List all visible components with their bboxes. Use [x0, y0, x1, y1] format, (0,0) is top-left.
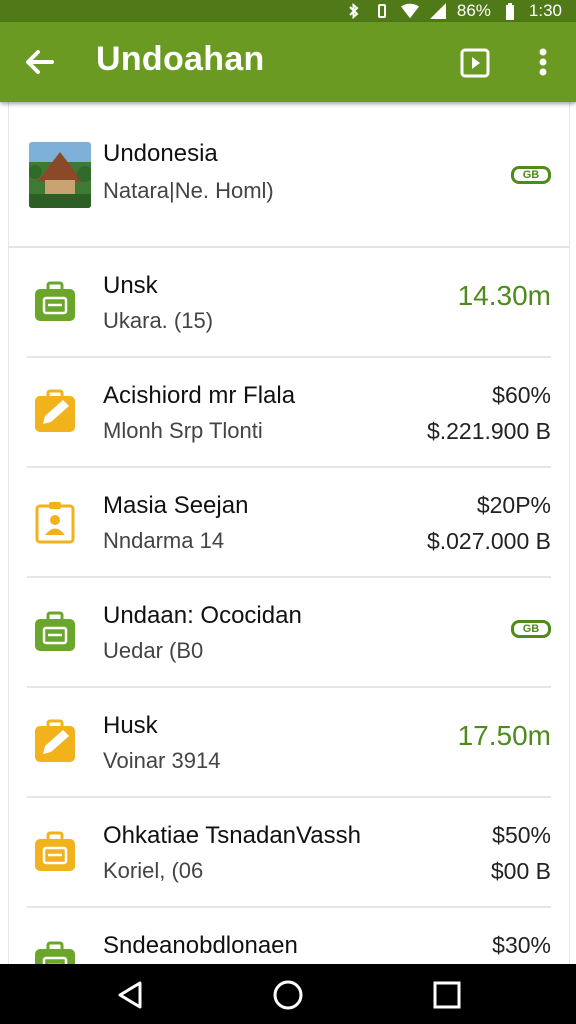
navigation-bar [0, 964, 576, 1024]
nav-recents-button[interactable] [430, 978, 464, 1012]
item-amount: $.027.000 B [426, 528, 551, 554]
country-thumbnail [29, 142, 91, 208]
item-subtitle: Ukara. (15) [103, 308, 214, 333]
item-amount: $.221.900 B [426, 418, 551, 444]
vibrate-icon [373, 2, 391, 20]
item-subtitle: Voinar 3914 [103, 748, 221, 773]
clock: 1:30 [528, 1, 562, 20]
back-button[interactable] [22, 44, 58, 80]
id-badge-icon [35, 502, 75, 544]
list-item[interactable]: Unsk Ukara. (15) 14.30m [27, 246, 551, 358]
play-square-icon [460, 48, 490, 78]
list-item[interactable]: Acishiord mr Flala Mlonh Srp Tlonti $60%… [27, 356, 551, 468]
nav-back-icon [118, 981, 142, 1009]
item-title: Acishiord mr Flala [103, 382, 296, 409]
briefcase-icon [35, 831, 75, 871]
briefcase-icon [35, 611, 75, 651]
pencil-icon [35, 719, 75, 762]
pencil-icon [35, 389, 75, 432]
bluetooth-icon [345, 2, 363, 20]
nav-home-button[interactable] [271, 978, 305, 1012]
item-amount: $00 B [490, 858, 551, 884]
item-value: 17.50m [457, 720, 551, 751]
nav-recents-icon [433, 981, 461, 1009]
play-button[interactable] [458, 46, 492, 80]
briefcase-icon [35, 281, 75, 321]
item-title: Husk [103, 712, 158, 739]
item-subtitle: Koriel, (06 [103, 858, 204, 883]
header-subtitle: Natara|Ne. Homl) [103, 178, 274, 203]
status-bar: 86% 1:30 [0, 0, 576, 22]
nav-back-button[interactable] [114, 978, 148, 1012]
item-subtitle: Nndarma 14 [103, 528, 225, 553]
briefcase-icon [35, 941, 75, 964]
item-percent: $30% [492, 932, 551, 958]
currency-chip: GB [511, 166, 551, 184]
arrow-left-icon [26, 50, 54, 74]
header-title: Undonesia [103, 140, 218, 167]
country-header[interactable]: Undonesia Natara|Ne. Homl) GB [9, 102, 569, 248]
item-percent: $60% [492, 382, 551, 408]
item-subtitle: Uedar (B0 [103, 638, 204, 663]
battery-percent: 86% [456, 1, 491, 20]
list-item[interactable]: Husk Voinar 3914 17.50m [27, 686, 551, 798]
item-title: Unsk [103, 272, 158, 299]
more-vert-icon [539, 48, 547, 76]
item-percent: $20P% [476, 492, 551, 518]
item-title: Ohkatiae TsnadanVassh [103, 822, 361, 849]
list-item[interactable]: Masia Seejan Nndarma 14 $20P% $.027.000 … [27, 466, 551, 578]
list-item[interactable]: Undaan: Ococidan Uedar (B0 GB [27, 576, 551, 688]
content-list: Undonesia Natara|Ne. Homl) GB Unsk Ukara… [8, 102, 570, 964]
overflow-menu-button[interactable] [530, 44, 556, 80]
list-item[interactable]: Ohkatiae TsnadanVassh Koriel, (06 $50% $… [27, 796, 551, 908]
list-item[interactable]: Sndeanobdlonaen $30% [27, 906, 551, 964]
app-title: Undoahan [96, 40, 265, 78]
item-title: Sndeanobdlonaen [103, 932, 298, 959]
item-title: Masia Seejan [103, 492, 249, 519]
currency-chip: GB [511, 620, 551, 638]
wifi-icon [400, 2, 419, 20]
app-bar: Undoahan [0, 22, 576, 102]
item-title: Undaan: Ococidan [103, 602, 302, 629]
item-percent: $50% [492, 822, 551, 848]
signal-icon [429, 2, 447, 20]
battery-icon [501, 2, 519, 20]
item-subtitle: Mlonh Srp Tlonti [103, 418, 263, 443]
item-value: 14.30m [457, 280, 551, 311]
nav-home-icon [273, 980, 303, 1010]
